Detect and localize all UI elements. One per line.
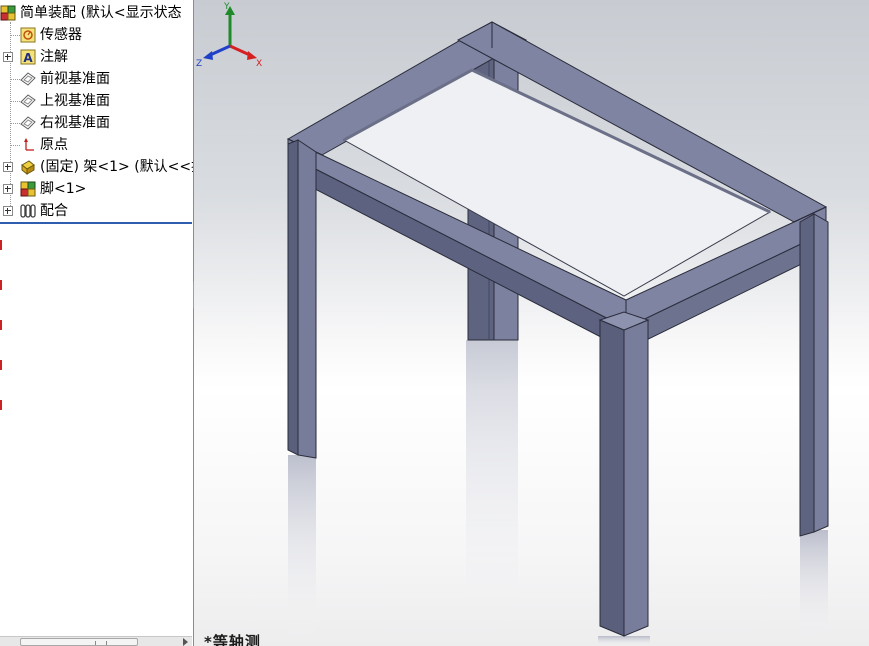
tree-item-label: 传感器 — [40, 27, 82, 43]
tree-item-label: 脚<1> — [40, 181, 87, 197]
tree-item-right-plane[interactable]: 右视基准面 — [0, 112, 193, 134]
tree-item-label: 上视基准面 — [40, 93, 110, 109]
view-triad: Y X Z — [196, 2, 262, 69]
tree-item-frame-part[interactable]: (固定) 架<1> (默认<<按 — [0, 156, 193, 178]
tree-guide-branch — [11, 79, 20, 80]
z-axis-label: Z — [196, 59, 202, 69]
grip-icon — [95, 641, 107, 645]
tree-item-annotations[interactable]: A 注解 — [0, 46, 193, 68]
part-icon — [21, 160, 35, 175]
x-axis-label: X — [256, 59, 262, 69]
svg-text:A: A — [23, 51, 33, 65]
model-view[interactable] — [194, 0, 869, 646]
tree-item-label: 原点 — [40, 137, 68, 153]
expand-toggle[interactable] — [3, 162, 13, 172]
mates-icon — [20, 204, 36, 218]
expand-toggle[interactable] — [3, 184, 13, 194]
assembly-icon — [0, 5, 16, 21]
view-orientation-label: *等轴测 — [204, 633, 261, 646]
plane-icon — [20, 94, 36, 108]
scroll-right-arrow-icon[interactable] — [183, 638, 188, 646]
plane-icon — [20, 72, 36, 86]
panel-edge-marker — [0, 240, 2, 420]
y-axis-label: Y — [223, 2, 230, 12]
annotation-icon: A — [20, 49, 36, 65]
tree-item-sensors[interactable]: 传感器 — [0, 24, 193, 46]
scrollbar-thumb[interactable] — [20, 638, 138, 646]
tree-item-label: 简单装配 (默认<显示状态 — [20, 5, 182, 21]
tree-item-label: 右视基准面 — [40, 115, 110, 131]
floor-reflection — [288, 340, 828, 646]
tree-item-front-plane[interactable]: 前视基准面 — [0, 68, 193, 90]
subassembly-icon — [20, 181, 36, 197]
tree-item-top-plane[interactable]: 上视基准面 — [0, 90, 193, 112]
tree-item-label: 配合 — [40, 203, 68, 219]
plane-icon — [20, 116, 36, 130]
tree-horizontal-scrollbar[interactable] — [0, 636, 192, 646]
tree-item-mates[interactable]: 配合 — [0, 200, 193, 222]
sensor-icon — [20, 27, 36, 43]
tree-item-assembly[interactable]: 简单装配 (默认<显示状态 — [0, 2, 193, 24]
tree-guide-branch — [11, 35, 20, 36]
z-axis-arrow-icon — [203, 51, 213, 60]
tree-item-leg-subassembly[interactable]: 脚<1> — [0, 178, 193, 200]
tree-rollback-divider[interactable] — [0, 222, 192, 224]
graphics-viewport[interactable]: Y X Z *等轴测 — [194, 0, 869, 646]
tree-item-origin[interactable]: 原点 — [0, 134, 193, 156]
expand-toggle[interactable] — [3, 52, 13, 62]
tree-guide-branch — [11, 101, 20, 102]
tree-guide-branch — [11, 145, 20, 146]
tree-item-label: (固定) 架<1> (默认<<按 — [40, 159, 194, 175]
feature-manager-tree[interactable]: 简单装配 (默认<显示状态 传感器 A 注解 前视基准面 上视基准面 右视基准面… — [0, 0, 194, 646]
left-leg[interactable] — [287, 139, 317, 459]
front-leg[interactable] — [598, 311, 650, 637]
expand-toggle[interactable] — [3, 206, 13, 216]
tree-guide-branch — [11, 123, 20, 124]
tree-item-label: 前视基准面 — [40, 71, 110, 87]
origin-icon — [24, 138, 34, 151]
top-frame[interactable] — [286, 21, 828, 351]
right-leg[interactable] — [799, 213, 829, 537]
tree-item-label: 注解 — [40, 49, 68, 65]
